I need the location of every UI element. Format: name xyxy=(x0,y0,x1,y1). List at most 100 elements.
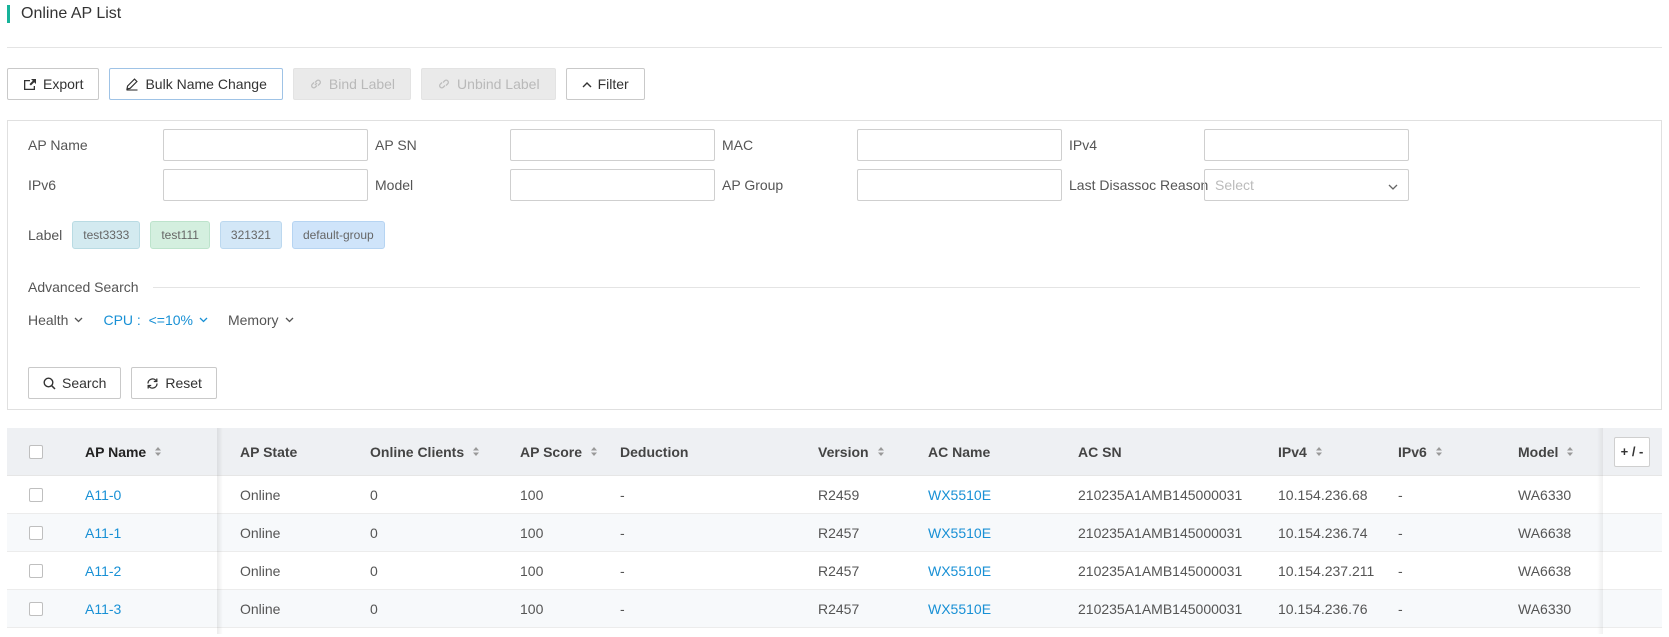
last-disassoc-placeholder: Select xyxy=(1215,177,1254,193)
column-header-ipv6[interactable]: IPv6 xyxy=(1380,428,1500,475)
bind-label-button[interactable]: Bind Label xyxy=(292,68,412,100)
label-tag[interactable]: test111 xyxy=(150,221,210,249)
ipv4-filter: IPv4 xyxy=(1069,129,1439,161)
ipv6-filter: IPv6 xyxy=(28,169,398,201)
ipv4-cell: 10.154.236.68 xyxy=(1278,486,1368,503)
version-cell: R2457 xyxy=(818,562,860,579)
export-button[interactable]: Export xyxy=(7,68,100,100)
ap-state-cell: Online xyxy=(240,562,281,579)
sort-icon xyxy=(877,446,885,457)
model-filter: Model xyxy=(375,169,745,201)
ac-name-link[interactable]: WX5510E xyxy=(910,525,1060,541)
deduction-cell: - xyxy=(620,600,625,617)
ap-name-link[interactable]: A11-3 xyxy=(67,601,222,617)
ipv6-cell: - xyxy=(1398,524,1403,541)
ac-name-link[interactable]: WX5510E xyxy=(910,563,1060,579)
chevron-down-icon xyxy=(75,317,83,323)
select-all-cell xyxy=(7,444,67,459)
ap-score-cell: 100 xyxy=(520,600,544,617)
filter-toggle-button[interactable]: Filter xyxy=(565,68,645,100)
column-toggle-cell: + / - xyxy=(1602,428,1662,475)
search-icon xyxy=(43,376,56,390)
select-all-checkbox[interactable] xyxy=(29,444,43,459)
column-header-version[interactable]: Version xyxy=(800,428,910,475)
ipv6-input[interactable] xyxy=(163,169,368,201)
health-dropdown[interactable]: Health xyxy=(28,312,83,328)
version-cell: R2457 xyxy=(818,524,860,541)
column-header-online-clients[interactable]: Online Clients xyxy=(352,428,502,475)
ac-name-link[interactable]: WX5510E xyxy=(910,601,1060,617)
column-header-label: AP Name xyxy=(85,443,147,460)
table-row: A11-2 Online 0 100 - R2457 WX5510E 21023… xyxy=(7,552,1662,590)
version-cell: R2457 xyxy=(818,600,860,617)
ap-score-cell: 100 xyxy=(520,562,544,579)
unbind-label-button[interactable]: Unbind Label xyxy=(421,68,556,100)
mac-filter: MAC xyxy=(722,129,1092,161)
column-header-label: IPv4 xyxy=(1278,443,1307,460)
export-label: Export xyxy=(43,76,84,92)
column-header-label: AP Score xyxy=(520,443,582,460)
row-checkbox[interactable] xyxy=(29,563,43,578)
mac-filter-label: MAC xyxy=(722,137,754,153)
search-button[interactable]: Search xyxy=(28,367,122,399)
ipv6-cell: - xyxy=(1398,600,1403,617)
online-clients-cell: 0 xyxy=(370,600,378,617)
column-header-ipv4[interactable]: IPv4 xyxy=(1260,428,1380,475)
bulk-name-change-button[interactable]: Bulk Name Change xyxy=(109,68,283,100)
table-header: AP Name AP State Online Clients AP Score… xyxy=(7,428,1662,476)
column-header-label: AC SN xyxy=(1078,443,1122,460)
last-disassoc-filter-label: Last Disassoc Reason xyxy=(1069,177,1209,193)
ap-sn-input[interactable] xyxy=(510,129,715,161)
mac-input[interactable] xyxy=(857,129,1062,161)
column-header-ac-sn: AC SN xyxy=(1060,428,1260,475)
sort-icon xyxy=(154,446,162,457)
ap-sn-filter-label: AP SN xyxy=(375,137,417,153)
ipv6-cell: - xyxy=(1398,486,1403,503)
toolbar: Export Bulk Name Change Bind Label Unbin… xyxy=(7,68,645,100)
model-input[interactable] xyxy=(510,169,715,201)
sort-icon xyxy=(1315,446,1323,457)
sort-icon xyxy=(472,446,480,457)
ac-name-link[interactable]: WX5510E xyxy=(910,487,1060,503)
last-disassoc-select[interactable]: Select xyxy=(1204,169,1409,201)
column-header-ap-score[interactable]: AP Score xyxy=(502,428,602,475)
column-header-model[interactable]: Model xyxy=(1500,428,1602,475)
reset-label: Reset xyxy=(165,375,202,391)
ap-group-filter-label: AP Group xyxy=(722,177,784,193)
model-cell: WA6330 xyxy=(1518,486,1572,503)
model-cell: WA6638 xyxy=(1518,524,1572,541)
ap-name-link[interactable]: A11-0 xyxy=(67,487,222,503)
row-checkbox[interactable] xyxy=(29,601,43,616)
filter-row-2: IPv6 Model AP Group Last Disassoc Reason… xyxy=(28,169,1439,201)
column-toggle-button[interactable]: + / - xyxy=(1614,436,1650,467)
reset-button[interactable]: Reset xyxy=(131,367,217,399)
ap-name-link[interactable]: A11-1 xyxy=(67,525,222,541)
title-accent-bar xyxy=(7,5,10,23)
column-header-label: AC Name xyxy=(928,443,991,460)
ipv4-input[interactable] xyxy=(1204,129,1409,161)
model-cell: WA6638 xyxy=(1518,562,1572,579)
ap-sn-filter: AP SN xyxy=(375,129,745,161)
health-dropdown-label: Health xyxy=(28,312,69,328)
column-header-ap-name[interactable]: AP Name xyxy=(67,428,222,475)
cpu-dropdown[interactable]: CPU : <=10% xyxy=(103,312,208,328)
ap-name-input[interactable] xyxy=(163,129,368,161)
label-tag[interactable]: test3333 xyxy=(72,221,141,249)
label-tag[interactable]: default-group xyxy=(291,221,385,249)
title-divider xyxy=(7,47,1662,48)
label-tag[interactable]: 321321 xyxy=(219,221,282,249)
ap-name-filter-label: AP Name xyxy=(28,137,88,153)
model-cell: WA6330 xyxy=(1518,600,1572,617)
export-icon xyxy=(23,78,37,91)
row-checkbox[interactable] xyxy=(29,525,43,540)
page-header: Online AP List xyxy=(7,4,121,24)
advanced-search-title: Advanced Search xyxy=(28,279,139,295)
row-checkbox[interactable] xyxy=(29,487,43,502)
column-header-ac-name: AC Name xyxy=(910,428,1060,475)
memory-dropdown[interactable]: Memory xyxy=(228,312,294,328)
table-row: A11-3 Online 0 100 - R2457 WX5510E 21023… xyxy=(7,590,1662,628)
page-title: Online AP List xyxy=(21,5,122,22)
ap-name-link[interactable]: A11-2 xyxy=(67,563,222,579)
filter-panel: AP Name AP SN MAC IPv4 IPv6 Model AP Gro… xyxy=(7,120,1662,410)
ap-group-input[interactable] xyxy=(857,169,1062,201)
